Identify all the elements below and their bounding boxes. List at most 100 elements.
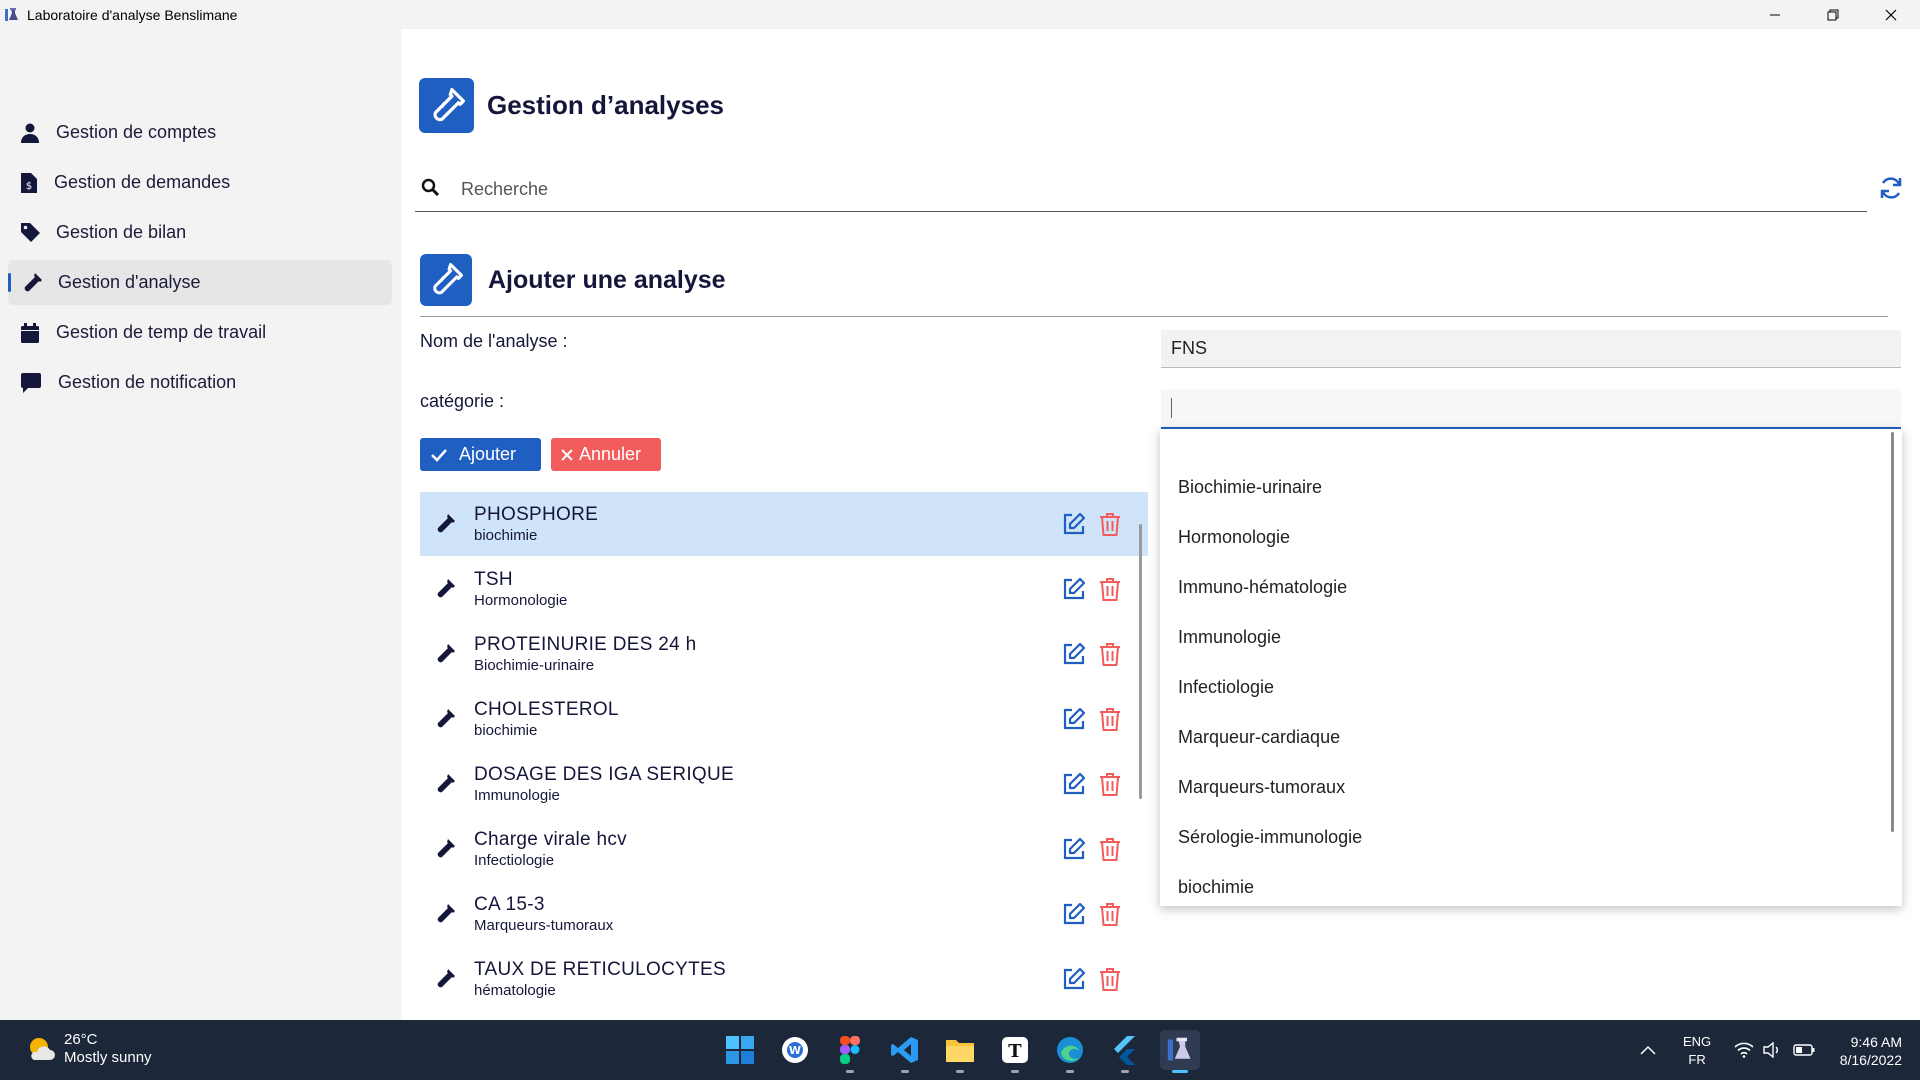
edit-icon[interactable] xyxy=(1062,707,1086,731)
start-button[interactable] xyxy=(720,1030,760,1070)
test-tube-icon xyxy=(431,578,459,600)
network-button[interactable] xyxy=(1734,1020,1754,1080)
category-option[interactable]: Immunologie xyxy=(1178,612,1878,662)
edit-icon[interactable] xyxy=(1062,512,1086,536)
category-option[interactable]: Sérologie-immunologie xyxy=(1178,812,1878,862)
taskbar-app-edge[interactable] xyxy=(1050,1030,1090,1073)
delete-icon[interactable] xyxy=(1099,577,1123,601)
windows-logo-icon xyxy=(726,1036,754,1064)
analysis-category: Immunologie xyxy=(474,787,560,804)
edit-icon[interactable] xyxy=(1062,837,1086,861)
taskbar-app-laboratoire[interactable] xyxy=(1160,1030,1200,1073)
delete-icon[interactable] xyxy=(1099,837,1123,861)
sidebar-item-temp-travail[interactable]: Gestion de temp de travail xyxy=(8,310,392,355)
clock[interactable]: 9:46 AM 8/16/2022 xyxy=(1832,1033,1902,1069)
analysis-text: PROTEINURIE DES 24 h Biochimie-urinaire xyxy=(474,634,696,674)
category-option[interactable]: Immuno-hématologie xyxy=(1178,562,1878,612)
analysis-row[interactable]: Charge virale hcv Infectiologie xyxy=(420,817,1148,881)
sidebar-item-analyse[interactable]: Gestion d'analyse xyxy=(8,260,392,305)
search-bar xyxy=(415,167,1867,212)
annuler-button[interactable]: Annuler xyxy=(551,438,661,471)
delete-icon[interactable] xyxy=(1099,967,1123,991)
analysis-text: CHOLESTEROL biochimie xyxy=(474,699,619,739)
ajouter-button[interactable]: Ajouter xyxy=(420,438,541,471)
weather-temp: 26°C xyxy=(64,1031,98,1048)
taskbar-app-typora[interactable]: T xyxy=(995,1030,1035,1073)
volume-button[interactable] xyxy=(1763,1020,1781,1080)
sidebar-item-notification[interactable]: Gestion de notification xyxy=(8,360,392,405)
test-tube-icon xyxy=(431,838,459,860)
taskbar-app-flutter[interactable] xyxy=(1105,1030,1145,1073)
edge-icon xyxy=(1057,1037,1083,1063)
figma-icon xyxy=(840,1036,860,1064)
dropdown-scrollbar[interactable] xyxy=(1891,432,1894,832)
delete-icon[interactable] xyxy=(1099,902,1123,926)
close-button[interactable] xyxy=(1862,0,1920,29)
edit-icon[interactable] xyxy=(1062,642,1086,666)
app-circle-icon: W xyxy=(782,1037,808,1063)
sidebar-item-label: Gestion de demandes xyxy=(54,172,231,192)
language-indicator[interactable]: ENG FR xyxy=(1683,1033,1711,1069)
category-option[interactable]: Biochimie-urinaire xyxy=(1178,462,1878,512)
main-content: Gestion d’analyses Ajouter une analyse N… xyxy=(401,29,1920,1020)
analysis-row[interactable]: TAUX DE RETICULOCYTES hématologie xyxy=(420,947,1148,1011)
sidebar-item-label: Gestion de comptes xyxy=(56,122,217,142)
analysis-row[interactable]: DOSAGE DES IGA SERIQUE Immunologie xyxy=(420,752,1148,816)
battery-button[interactable] xyxy=(1793,1020,1815,1080)
analysis-text: TAUX DE RETICULOCYTES hématologie xyxy=(474,959,726,999)
categorie-combobox[interactable] xyxy=(1161,389,1901,429)
sidebar-item-demandes[interactable]: $ Gestion de demandes xyxy=(8,160,392,205)
search-input[interactable] xyxy=(461,178,1761,200)
analysis-row[interactable]: CA 15-3 Marqueurs-tumoraux xyxy=(420,882,1148,946)
delete-icon[interactable] xyxy=(1099,512,1123,536)
analysis-category: Hormonologie xyxy=(474,592,568,609)
svg-text:T: T xyxy=(1008,1041,1022,1062)
close-icon xyxy=(1885,9,1897,20)
category-option[interactable]: Marqueurs-tumoraux xyxy=(1178,762,1878,812)
edit-icon[interactable] xyxy=(1062,902,1086,926)
taskbar-app-vscode[interactable] xyxy=(885,1030,925,1073)
list-scrollbar[interactable] xyxy=(1139,524,1142,799)
categorie-dropdown: Biochimie-urinaire Hormonologie Immuno-hém… xyxy=(1160,429,1902,906)
tray-overflow-button[interactable] xyxy=(1640,1020,1656,1080)
refresh-button[interactable] xyxy=(1876,173,1906,203)
edit-icon[interactable] xyxy=(1062,577,1086,601)
annuler-label: Annuler xyxy=(579,444,642,464)
weather-widget[interactable]: 26°C Mostly sunny xyxy=(26,1031,152,1067)
restore-icon xyxy=(1827,9,1839,20)
sun-cloud-icon xyxy=(30,1038,55,1060)
delete-icon[interactable] xyxy=(1099,642,1123,666)
taskbar-app-explorer[interactable] xyxy=(940,1030,980,1073)
analysis-name: DOSAGE DES IGA SERIQUE xyxy=(474,764,735,785)
nom-analyse-field[interactable]: FNS xyxy=(1161,330,1901,368)
wifi-icon xyxy=(1734,1042,1754,1058)
category-option[interactable]: Hormonologie xyxy=(1178,512,1878,562)
category-option[interactable]: Marqueur-cardiaque xyxy=(1178,712,1878,762)
delete-icon[interactable] xyxy=(1099,772,1123,796)
active-indicator xyxy=(1172,1070,1188,1073)
sidebar-item-comptes[interactable]: Gestion de comptes xyxy=(8,110,392,155)
test-tube-icon xyxy=(431,513,459,535)
category-option[interactable]: biochimie xyxy=(1178,862,1878,906)
test-tube-icon xyxy=(21,272,43,294)
running-indicator xyxy=(901,1070,909,1073)
taskbar-app-figma[interactable] xyxy=(830,1030,870,1073)
restore-button[interactable] xyxy=(1804,0,1862,29)
analysis-row[interactable]: TSH Hormonologie xyxy=(420,557,1148,621)
taskbar: 26°C Mostly sunny W T ENG FR 9:46 AM 8/1… xyxy=(0,1020,1920,1080)
chevron-up-icon xyxy=(1640,1045,1656,1055)
analysis-category: Marqueurs-tumoraux xyxy=(474,917,614,934)
refresh-icon xyxy=(1880,177,1902,199)
edit-icon[interactable] xyxy=(1062,772,1086,796)
sidebar-item-bilan[interactable]: Gestion de bilan xyxy=(8,210,392,255)
delete-icon[interactable] xyxy=(1099,707,1123,731)
analysis-row[interactable]: PHOSPHORE biochimie xyxy=(420,492,1148,556)
minimize-button[interactable] xyxy=(1746,0,1804,29)
category-option[interactable]: Infectiologie xyxy=(1178,662,1878,712)
analysis-name: PROTEINURIE DES 24 h xyxy=(474,634,697,655)
analysis-row[interactable]: CHOLESTEROL biochimie xyxy=(420,687,1148,751)
analysis-row[interactable]: PROTEINURIE DES 24 h Biochimie-urinaire xyxy=(420,622,1148,686)
taskbar-app-browser[interactable]: W xyxy=(775,1030,815,1070)
edit-icon[interactable] xyxy=(1062,967,1086,991)
test-tube-icon xyxy=(419,78,474,133)
